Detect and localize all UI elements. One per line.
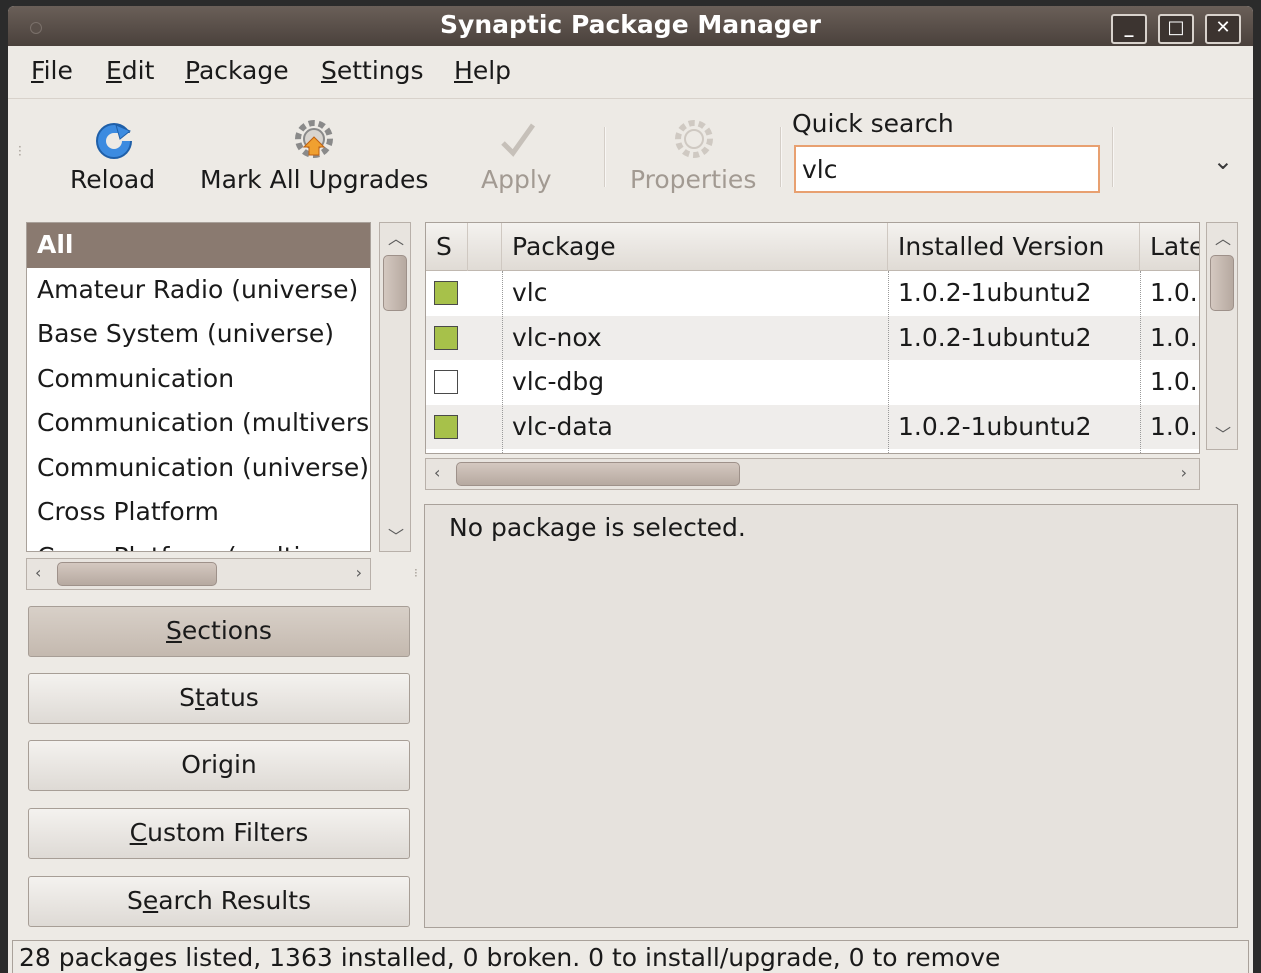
installed-version: 1.0.2-1ubuntu2: [898, 322, 1092, 352]
maximize-icon: □: [1167, 17, 1185, 38]
menu-edit[interactable]: Edit: [106, 56, 154, 85]
pane-resize-grip[interactable]: ⁝: [414, 566, 418, 580]
package-name: vlc-data: [512, 411, 613, 441]
section-item[interactable]: Communication: [27, 357, 370, 402]
scroll-down-icon[interactable]: ﹀: [388, 523, 404, 547]
minimize-icon: _: [1124, 17, 1134, 38]
column-header-status[interactable]: S: [426, 223, 468, 271]
close-button[interactable]: ✕: [1205, 14, 1241, 44]
section-item-all[interactable]: All: [27, 223, 370, 268]
table-row[interactable]: vlc-data 1.0.2-1ubuntu2 1.0.2-1ubuntu2: [426, 404, 1199, 449]
menu-file[interactable]: File: [31, 56, 73, 85]
reload-icon: [96, 123, 132, 159]
package-table: S Package Installed Version Latest Versi…: [425, 222, 1200, 454]
table-vertical-scrollbar[interactable]: ︿ ﹀: [1206, 222, 1238, 450]
toolbar-separator: [1112, 127, 1114, 187]
scroll-thumb[interactable]: [57, 562, 217, 586]
column-header-latest-version[interactable]: Latest Version: [1140, 223, 1199, 271]
installed-version: [888, 360, 1140, 405]
search-results-filter-button[interactable]: Search Results: [28, 876, 410, 927]
package-details-pane: No package is selected.: [424, 504, 1238, 928]
close-icon: ✕: [1215, 17, 1231, 38]
column-divider: [888, 271, 889, 453]
toolbar-overflow-chevron-icon[interactable]: ⌄: [1213, 147, 1233, 175]
scroll-left-icon[interactable]: ‹: [434, 463, 440, 482]
scroll-left-icon[interactable]: ‹: [35, 563, 41, 582]
latest-version: 1.0.2-1ubuntu2: [1150, 411, 1199, 441]
sections-list: All Amateur Radio (universe) Base System…: [26, 222, 371, 552]
section-item[interactable]: Cross Platform: [27, 490, 370, 535]
sections-filter-button[interactable]: Sections: [28, 606, 410, 657]
column-header-installed-version[interactable]: Installed Version: [888, 223, 1140, 271]
properties-gear-icon: [675, 120, 713, 158]
toolbar-separator: [604, 127, 606, 187]
scroll-down-icon[interactable]: ﹀: [1215, 421, 1231, 445]
status-bar: 28 packages listed, 1363 installed, 0 br…: [12, 940, 1249, 973]
installed-status-icon[interactable]: [434, 281, 458, 305]
apply-button[interactable]: Apply: [473, 99, 563, 199]
scroll-thumb[interactable]: [1210, 255, 1234, 311]
upgrade-gear-icon: [295, 120, 333, 158]
title-bar[interactable]: Synaptic Package Manager _ □ ✕: [8, 6, 1253, 46]
section-item[interactable]: Communication (universe): [27, 446, 370, 491]
menu-settings[interactable]: Settings: [321, 56, 424, 85]
installed-status-icon[interactable]: [434, 414, 458, 439]
scroll-up-icon[interactable]: ︿: [1215, 225, 1231, 249]
scroll-thumb[interactable]: [456, 462, 740, 486]
not-installed-status-icon[interactable]: [434, 370, 458, 394]
latest-version: 1.0.2-1ubuntu2: [1150, 322, 1199, 352]
table-horizontal-scrollbar[interactable]: ‹ ›: [425, 458, 1200, 490]
menu-help[interactable]: Help: [454, 56, 511, 85]
toolbar: · · · Reload Mark All Upgrades Apply Pro…: [8, 98, 1253, 208]
status-filter-button[interactable]: Status: [28, 673, 410, 724]
package-name: vlc-nox: [512, 322, 602, 352]
latest-version: 1.0.2-1ubuntu2: [1150, 367, 1199, 396]
column-header-support[interactable]: [468, 223, 502, 271]
window-title: Synaptic Package Manager: [440, 10, 821, 39]
toolbar-separator: [780, 127, 782, 187]
section-item[interactable]: Cross Platform (multiv: [27, 535, 370, 552]
column-divider: [1140, 271, 1141, 453]
quick-search-label: Quick search: [792, 109, 954, 138]
package-name: vlc-dbg: [512, 367, 605, 396]
scroll-thumb[interactable]: [383, 255, 407, 311]
table-row[interactable]: vlc-dbg 1.0.2-1ubuntu2: [426, 360, 1199, 405]
latest-version: 1.0.2-1ubuntu2: [1150, 278, 1199, 307]
properties-button[interactable]: Properties: [624, 99, 764, 199]
section-item[interactable]: Communication (multivers: [27, 401, 370, 446]
origin-filter-button[interactable]: Origin: [28, 740, 410, 791]
minimize-button[interactable]: _: [1111, 14, 1147, 44]
package-name: vlc: [512, 278, 548, 307]
section-item[interactable]: Base System (universe): [27, 312, 370, 357]
installed-status-icon[interactable]: [434, 325, 458, 350]
sections-vertical-scrollbar[interactable]: ︿ ﹀: [379, 222, 411, 552]
apply-checkmark-icon: [501, 123, 536, 157]
section-item[interactable]: Amateur Radio (universe): [27, 268, 370, 313]
table-row[interactable]: vlc-nox 1.0.2-1ubuntu2 1.0.2-1ubuntu2: [426, 315, 1199, 360]
scroll-right-icon[interactable]: ›: [356, 563, 362, 582]
column-header-package[interactable]: Package: [502, 223, 888, 271]
details-message: No package is selected.: [449, 513, 746, 542]
sections-horizontal-scrollbar[interactable]: ‹ ›: [26, 558, 371, 590]
installed-version: 1.0.2-1ubuntu2: [898, 278, 1092, 307]
table-header: S Package Installed Version Latest Versi…: [426, 223, 1199, 271]
reload-button[interactable]: Reload: [58, 99, 168, 199]
scroll-up-icon[interactable]: ︿: [388, 225, 404, 249]
column-divider: [502, 271, 503, 453]
custom-filters-button[interactable]: Custom Filters: [28, 808, 410, 859]
scroll-right-icon[interactable]: ›: [1181, 463, 1187, 482]
mark-all-upgrades-button[interactable]: Mark All Upgrades: [194, 99, 434, 199]
quick-search-input[interactable]: [794, 145, 1100, 193]
toolbar-grip[interactable]: · · ·: [18, 141, 26, 161]
synaptic-window: Synaptic Package Manager _ □ ✕ File Edit…: [8, 6, 1253, 973]
maximize-button[interactable]: □: [1158, 14, 1194, 44]
menu-package[interactable]: Package: [185, 56, 289, 85]
table-row[interactable]: vlc 1.0.2-1ubuntu2 1.0.2-1ubuntu2: [426, 271, 1199, 316]
menu-bar: File Edit Package Settings Help: [8, 48, 1253, 96]
installed-version: 1.0.2-1ubuntu2: [898, 411, 1092, 441]
